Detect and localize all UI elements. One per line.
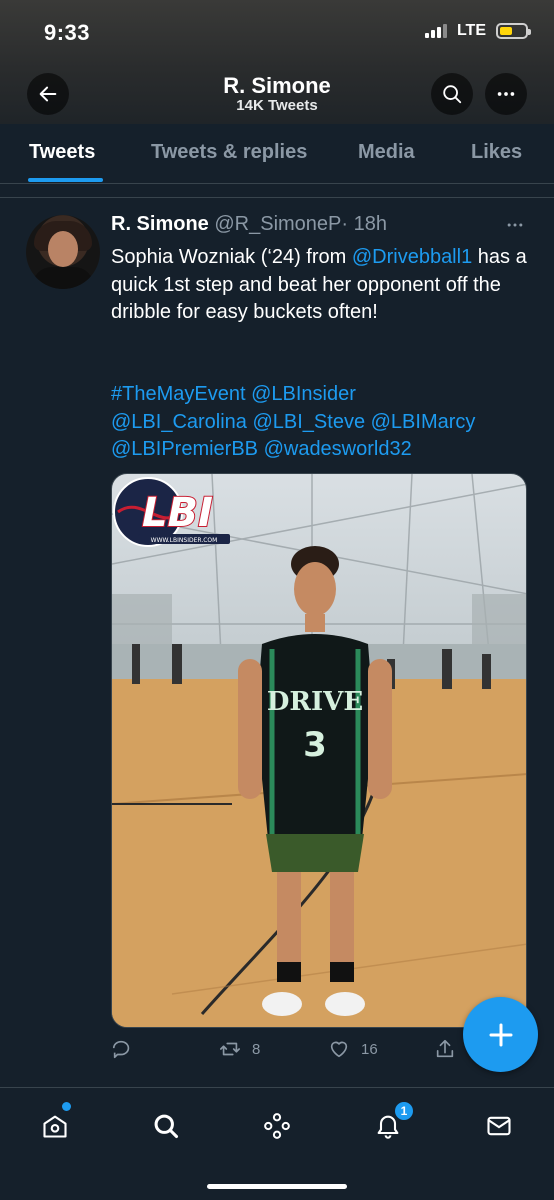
status-time: 9:33: [44, 20, 91, 45]
mention-link[interactable]: @Drivebball1: [352, 246, 472, 268]
profile-tabs: Tweets Tweets & replies Media Likes: [0, 124, 554, 184]
avatar[interactable]: [26, 215, 100, 289]
tweet-header: R. Simone @R_SimoneP· 18h: [111, 213, 387, 236]
nav-home[interactable]: [35, 1106, 75, 1146]
home-indicator: [207, 1184, 347, 1189]
nav-messages[interactable]: [479, 1106, 519, 1146]
svg-text:LBI: LBI: [142, 490, 213, 536]
search-icon: [443, 85, 462, 104]
like-button[interactable]: 16: [327, 1038, 378, 1060]
like-count: 16: [361, 1040, 378, 1058]
compose-tweet-button[interactable]: [463, 997, 538, 1072]
search-button[interactable]: [431, 73, 473, 115]
tab-tweets[interactable]: Tweets: [29, 141, 95, 164]
retweet-button[interactable]: 8: [218, 1038, 260, 1060]
tweet-author-handle[interactable]: @R_SimoneP: [214, 213, 341, 235]
tweet-author-name[interactable]: R. Simone: [111, 213, 209, 235]
notifications-badge: 1: [393, 1100, 415, 1122]
profile-header: 9:33 LTE R. Simone 14K Tweets: [0, 0, 554, 124]
photo-scene: DRIVE 3: [112, 474, 526, 1027]
jersey-number: 3: [303, 725, 327, 765]
heart-icon: [330, 1041, 348, 1058]
retweet-count: 8: [252, 1040, 261, 1058]
status-indicators: LTE: [424, 22, 531, 40]
battery-icon: [496, 23, 531, 39]
divider: [0, 197, 554, 198]
nav-spaces[interactable]: [257, 1106, 297, 1146]
reply-button[interactable]: [111, 1038, 143, 1060]
mention-links[interactable]: @LBI_Carolina @LBI_Steve @LBIMarcy: [111, 411, 475, 433]
tweet-tags: #TheMayEvent @LBInsider @LBI_Carolina @L…: [111, 381, 541, 464]
search-icon: [154, 1114, 179, 1139]
tab-tweets-and-replies[interactable]: Tweets & replies: [151, 141, 307, 164]
mention-links[interactable]: @LBIPremierBB @wadesworld32: [111, 438, 412, 460]
network-type: LTE: [456, 22, 486, 39]
svg-text:WWW.LBINSIDER.COM: WWW.LBINSIDER.COM: [151, 537, 218, 544]
more-horizontal-icon: [497, 92, 515, 96]
new-content-dot: [62, 1102, 71, 1111]
hashtag-links[interactable]: #TheMayEvent @LBInsider: [111, 383, 356, 405]
tweet-actions: 8 16: [111, 1038, 471, 1068]
plus-icon: [489, 1023, 512, 1046]
share-button[interactable]: [434, 1038, 456, 1060]
tweet-photo[interactable]: DRIVE 3 LBI WWW.LBINSIDER.COM: [111, 473, 527, 1028]
tab-media[interactable]: Media: [358, 141, 415, 164]
tweet-more-button[interactable]: [505, 215, 525, 241]
tweet-timestamp: · 18h: [341, 213, 387, 235]
reply-icon: [112, 1040, 130, 1059]
retweet-icon: [220, 1042, 240, 1056]
more-options-button[interactable]: [485, 73, 527, 115]
tweet-text: Sophia Wozniak (‘24) from @Drivebball1 h…: [111, 246, 527, 323]
more-horizontal-icon: [507, 223, 523, 227]
mail-icon: [487, 1116, 511, 1136]
home-icon: [43, 1115, 67, 1138]
tab-likes[interactable]: Likes: [471, 141, 522, 164]
spaces-icon: [264, 1113, 290, 1139]
jersey-text: DRIVE: [267, 687, 363, 717]
lbi-logo: LBI WWW.LBINSIDER.COM: [113, 477, 230, 547]
share-icon: [436, 1039, 454, 1058]
signal-icon: [424, 24, 447, 38]
nav-search[interactable]: [146, 1106, 186, 1146]
active-tab-indicator: [28, 178, 103, 182]
